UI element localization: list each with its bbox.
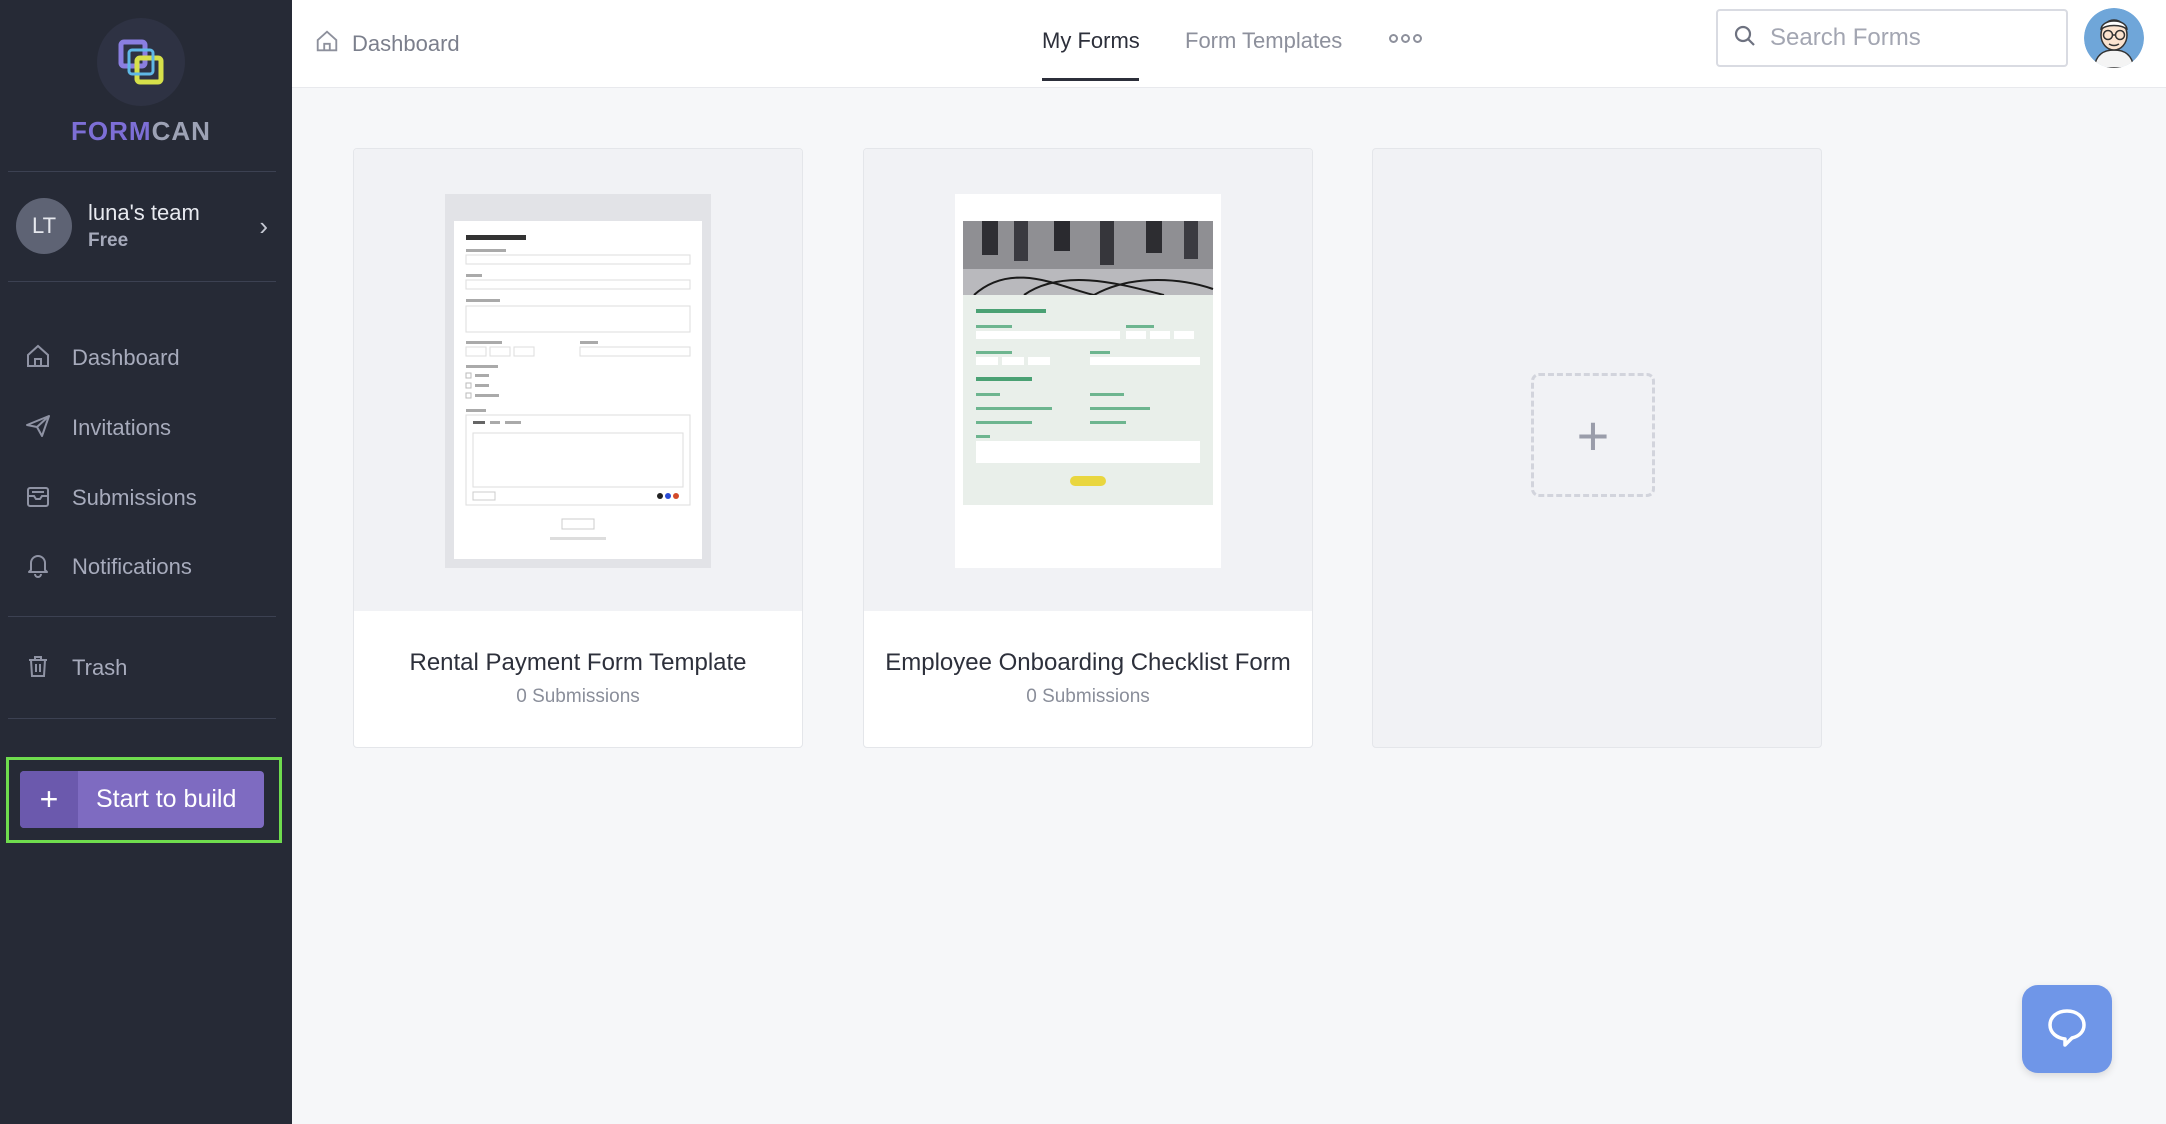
chat-support-button[interactable]	[2022, 985, 2112, 1073]
divider	[8, 616, 276, 617]
brand-name: FORMCAN	[71, 116, 211, 146]
top-bar: Dashboard My Forms Form Templates	[292, 0, 2166, 88]
form-title: Employee Onboarding Checklist Form	[885, 649, 1291, 676]
search-box	[1716, 9, 2068, 67]
breadcrumb-label: Dashboard	[352, 30, 460, 56]
active-tab-indicator	[1042, 78, 1139, 81]
plus-icon: +	[1576, 403, 1610, 467]
sidebar-item-dashboard[interactable]: Dashboard	[24, 336, 274, 380]
form-submission-count: 0 Submissions	[1026, 686, 1150, 707]
plus-icon: +	[20, 771, 78, 828]
start-to-build-label: Start to build	[96, 785, 237, 813]
sidebar-item-invitations[interactable]: Invitations	[24, 406, 274, 450]
form-card[interactable]: Employee Onboarding Checklist Form 0 Sub…	[863, 148, 1313, 748]
divider	[8, 171, 276, 172]
sidebar-item-label: Dashboard	[72, 345, 180, 370]
home-icon	[314, 28, 340, 59]
start-to-build-button[interactable]: + Start to build	[20, 771, 264, 828]
more-options-icon[interactable]	[1389, 34, 1422, 43]
divider	[8, 718, 276, 719]
tab-form-templates[interactable]: Form Templates	[1185, 28, 1342, 54]
form-thumbnail	[864, 149, 1312, 611]
brand-logo[interactable]: FORMCAN	[0, 18, 282, 147]
divider	[8, 281, 276, 282]
paper-plane-icon	[24, 412, 52, 445]
search-input[interactable]	[1770, 24, 2040, 52]
form-card[interactable]: Rental Payment Form Template 0 Submissio…	[353, 148, 803, 748]
sidebar-item-label: Notifications	[72, 554, 192, 579]
logo-mark-icon	[97, 18, 185, 106]
home-icon	[24, 342, 52, 375]
sidebar-item-submissions[interactable]: Submissions	[24, 476, 274, 520]
sidebar-item-label: Invitations	[72, 415, 172, 440]
inbox-icon	[24, 482, 52, 515]
team-name: luna's team	[88, 200, 200, 225]
search-icon	[1734, 25, 1756, 52]
team-avatar: LT	[16, 198, 72, 254]
team-switcher[interactable]: LT luna's team Free ›	[16, 196, 276, 256]
team-plan: Free	[88, 230, 129, 251]
sidebar-item-trash[interactable]: Trash	[24, 646, 274, 690]
breadcrumb[interactable]: Dashboard	[314, 28, 460, 59]
form-thumbnail	[354, 149, 802, 611]
tab-my-forms[interactable]: My Forms	[1042, 28, 1140, 54]
sidebar: FORMCAN LT luna's team Free › Dashboard …	[0, 0, 292, 1124]
trash-icon	[24, 652, 52, 685]
chevron-right-icon: ›	[259, 210, 268, 241]
form-submission-count: 0 Submissions	[516, 686, 640, 707]
bell-icon	[24, 551, 52, 584]
sidebar-item-label: Submissions	[72, 485, 197, 510]
chat-bubble-icon	[2045, 1005, 2089, 1054]
sidebar-item-label: Trash	[72, 655, 128, 680]
sidebar-item-notifications[interactable]: Notifications	[24, 545, 274, 589]
add-form-button[interactable]: +	[1531, 373, 1655, 497]
new-form-card: +	[1372, 148, 1822, 748]
form-title: Rental Payment Form Template	[409, 649, 747, 676]
user-avatar[interactable]	[2084, 8, 2144, 68]
